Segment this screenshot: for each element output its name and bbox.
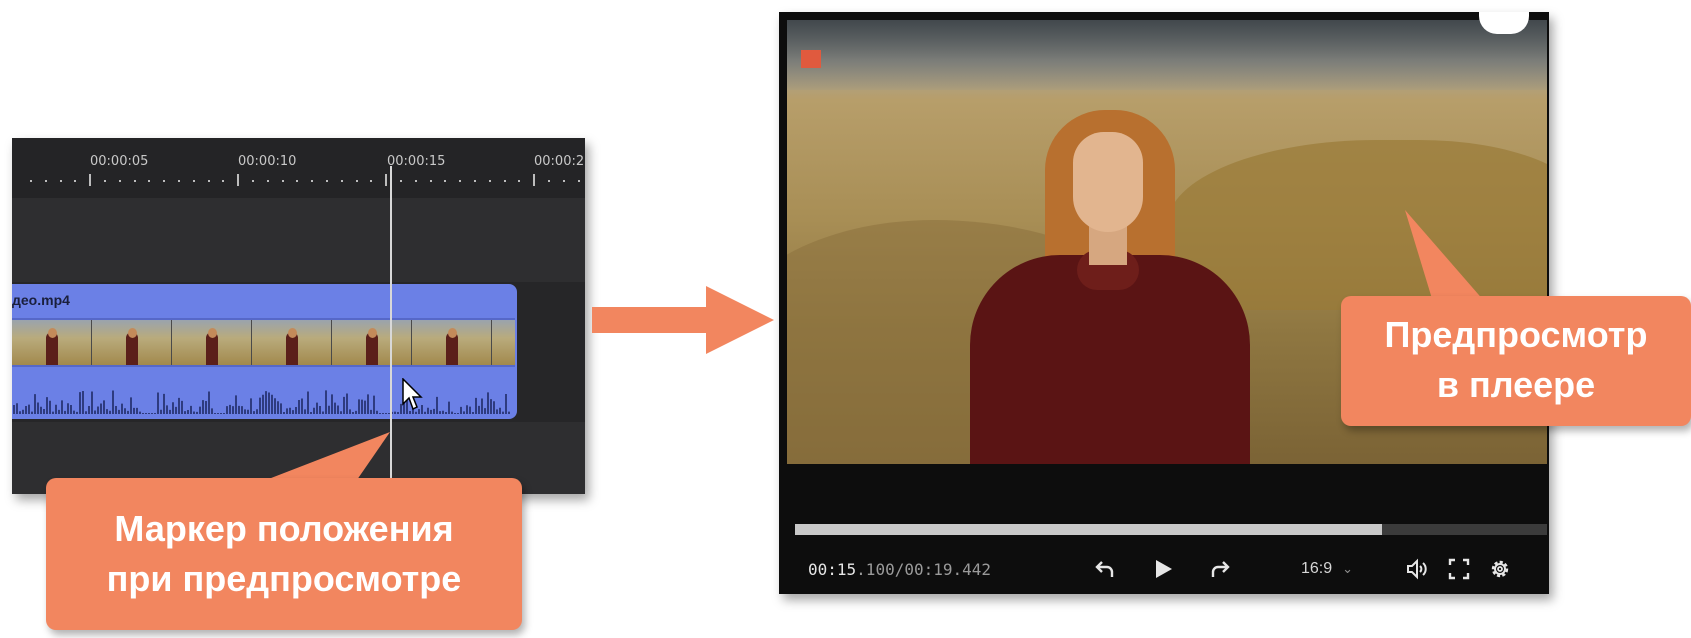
ruler-tick [266, 180, 269, 182]
volume-icon [1407, 558, 1427, 580]
settings-icon [1491, 560, 1509, 578]
ruler-tick [281, 180, 284, 182]
ruler-tick [577, 180, 580, 182]
redo-button[interactable] [1204, 552, 1236, 586]
settings-button[interactable] [1484, 552, 1516, 586]
thumbnail [492, 320, 515, 365]
ruler-tick [59, 180, 62, 182]
ruler-tick [192, 180, 195, 182]
ruler-tick [296, 180, 299, 182]
ruler-tick [548, 180, 550, 182]
ruler-tick [518, 180, 521, 182]
ruler-tick [444, 180, 447, 182]
play-button[interactable] [1147, 552, 1179, 586]
ruler-tick [133, 180, 136, 182]
progress-fill [795, 524, 1382, 535]
ruler-tick [400, 180, 402, 182]
ruler-tick [488, 180, 491, 182]
ruler-tick [429, 180, 432, 182]
empty-track [12, 198, 585, 282]
ruler-tick [562, 180, 565, 182]
ruler-tick [340, 180, 343, 182]
callout-right-line2: в плеере [1436, 364, 1596, 405]
callout-left-line1: Маркер положения [114, 508, 454, 549]
ruler-tick [474, 180, 476, 182]
ruler-label: 00:00:05 [90, 154, 149, 169]
aspect-ratio-select[interactable]: 16:9 ⌄ [1301, 560, 1353, 578]
mouse-cursor-icon [402, 378, 423, 411]
clip-name: део.mp4 [12, 292, 70, 308]
thumbnail [332, 320, 412, 365]
timecode: 00:15.100/00:19.442 [808, 560, 991, 579]
callout-right-pointer [1405, 210, 1485, 302]
ruler-tick [370, 180, 373, 182]
ruler-tick [414, 180, 417, 182]
ruler-tick [30, 180, 32, 182]
ruler-tick [311, 180, 314, 182]
ruler-tick [89, 174, 92, 186]
thumbnail [172, 320, 252, 365]
ruler-tick [326, 180, 328, 182]
time-rest: .100/00:19.442 [856, 560, 992, 579]
ruler-tick [459, 180, 462, 182]
ruler-tick [118, 180, 121, 182]
video-clip[interactable]: део.mp4 [12, 284, 517, 419]
ruler-tick [503, 180, 506, 182]
record-indicator [801, 50, 821, 68]
callout-left-line2: при предпросмотре [106, 558, 462, 599]
thumbnail [252, 320, 332, 365]
ruler-label: 00:00:15 [387, 154, 446, 169]
fullscreen-button[interactable] [1443, 552, 1475, 586]
ruler-label: 00:00:10 [238, 154, 297, 169]
undo-icon [1095, 561, 1114, 577]
fullscreen-icon [1448, 558, 1470, 580]
thumbnail [12, 320, 92, 365]
ruler-tick [44, 180, 47, 182]
ruler-tick [207, 180, 210, 182]
ruler-tick [104, 180, 106, 182]
ruler-tick [533, 174, 536, 186]
undo-button[interactable] [1089, 552, 1121, 586]
thumbnail [412, 320, 492, 365]
redo-icon [1211, 561, 1230, 577]
callout-preview: Предпросмотр в плеере [1341, 296, 1691, 426]
ruler-label: 00:00:2 [534, 154, 585, 169]
ruler-tick [74, 180, 77, 182]
waveform-path [13, 390, 510, 414]
timeline-ruler[interactable]: 00:00:05 00:00:10 00:00:15 00:00:2 [12, 138, 585, 198]
ruler-tick [148, 180, 151, 182]
clip-thumbnails [12, 318, 515, 367]
ruler-tick [355, 180, 358, 182]
volume-button[interactable] [1401, 552, 1433, 586]
ruler-tick [252, 180, 254, 182]
aspect-ratio-value: 16:9 [1301, 560, 1333, 577]
ruler-tick [163, 180, 166, 182]
ruler-tick [178, 180, 180, 182]
callout-right-line1: Предпросмотр [1384, 314, 1648, 355]
callout-playhead: Маркер положения при предпросмотре [46, 478, 522, 630]
arrow-right-icon [592, 286, 774, 354]
chevron-down-icon: ⌄ [1342, 561, 1354, 576]
play-icon [1156, 560, 1172, 578]
ruler-tick [237, 174, 240, 186]
progress-bar[interactable] [795, 524, 1547, 535]
audio-waveform [13, 390, 510, 414]
thumbnail [92, 320, 172, 365]
ruler-tick [222, 180, 225, 182]
ruler-tick [385, 174, 388, 186]
time-current: 00:15 [808, 560, 857, 579]
